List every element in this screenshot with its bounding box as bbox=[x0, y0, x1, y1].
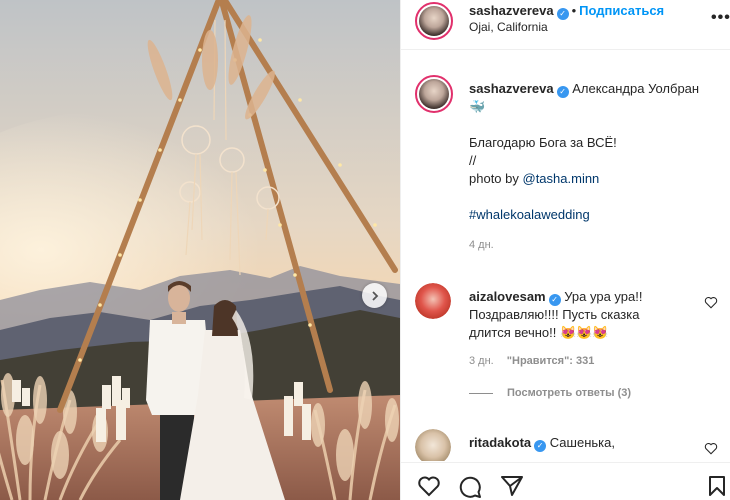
post-actions-bar bbox=[401, 462, 730, 500]
comment-username[interactable]: aizalovesam bbox=[469, 289, 546, 304]
caption-age: 4 дн. bbox=[469, 239, 494, 251]
bookmark-icon[interactable] bbox=[708, 475, 726, 497]
share-send-icon[interactable] bbox=[500, 475, 524, 497]
next-photo-button[interactable] bbox=[362, 283, 387, 308]
author-username[interactable]: sashazvereva bbox=[469, 3, 554, 18]
comment-item: ritadakota ✓ Сашенька, bbox=[469, 434, 704, 452]
author-line: sashazvereva ✓ • Подписаться bbox=[469, 2, 664, 20]
wedding-photo-image bbox=[0, 0, 400, 500]
caption-avatar[interactable] bbox=[415, 75, 453, 113]
like-comment-heart-icon[interactable] bbox=[704, 296, 718, 309]
photographer-link[interactable]: @tasha.minn bbox=[523, 171, 600, 186]
comment-age: 3 дн. bbox=[469, 355, 494, 367]
verified-badge-icon: ✓ bbox=[548, 294, 561, 306]
post-header: sashazvereva ✓ • Подписаться Ojai, Californ… bbox=[401, 0, 730, 50]
commenter-avatar[interactable] bbox=[415, 429, 451, 461]
post-location[interactable]: Ojai, California bbox=[469, 20, 548, 34]
comment-bubble-icon[interactable] bbox=[458, 475, 482, 499]
caption-photo-prefix: photo by bbox=[469, 171, 523, 186]
view-replies-button[interactable]: Посмотреть ответы (3) bbox=[469, 384, 704, 402]
replies-divider bbox=[469, 392, 493, 394]
comment-text-line-3: длится вечно!! 😻😻😻 bbox=[469, 325, 609, 340]
caption-emoji: 🐳 bbox=[469, 99, 486, 114]
follow-button[interactable]: Подписаться bbox=[579, 3, 664, 18]
like-comment-heart-icon[interactable] bbox=[704, 442, 718, 455]
verified-badge-icon: ✓ bbox=[556, 7, 569, 20]
post-side-panel: sashazvereva ✓ • Подписаться Ojai, Californ… bbox=[400, 0, 730, 500]
comments-area[interactable]: sashazvereva ✓ Александра Уолбран 🐳 Благо… bbox=[401, 51, 730, 461]
more-options-icon[interactable]: ••• bbox=[711, 9, 730, 27]
caption: sashazvereva ✓ Александра Уолбран 🐳 Благо… bbox=[469, 80, 724, 254]
hashtag-link[interactable]: #whalekoalawedding bbox=[469, 206, 724, 224]
comment-username[interactable]: ritadakota bbox=[469, 435, 531, 450]
caption-username[interactable]: sashazvereva bbox=[469, 81, 554, 96]
comment-text-line-1: Ура ура ура!! bbox=[564, 289, 643, 304]
commenter-avatar[interactable] bbox=[415, 283, 451, 319]
caption-name-text: Александра Уолбран bbox=[572, 81, 700, 96]
view-replies-label: Посмотреть ответы (3) bbox=[507, 387, 632, 399]
caption-line-1: Благодарю Бога за ВСЁ! bbox=[469, 135, 617, 150]
like-heart-icon[interactable] bbox=[417, 475, 441, 497]
verified-badge-icon: ✓ bbox=[534, 440, 547, 452]
comment-text-line-1: Сашенька, bbox=[549, 435, 615, 450]
chevron-right-icon bbox=[371, 290, 378, 301]
author-avatar[interactable] bbox=[415, 2, 453, 40]
post-photo bbox=[0, 0, 400, 500]
comment-text-line-2: Поздравляю!!!! Пусть сказка bbox=[469, 307, 640, 322]
comment-likes-count[interactable]: "Нравится": 331 bbox=[507, 355, 595, 367]
comment-item: aizalovesam ✓ Ура ура ура!! Поздравляю!!!… bbox=[469, 288, 704, 402]
verified-badge-icon: ✓ bbox=[556, 86, 569, 98]
separator-dot: • bbox=[571, 3, 577, 18]
caption-line-2: // bbox=[469, 153, 477, 168]
